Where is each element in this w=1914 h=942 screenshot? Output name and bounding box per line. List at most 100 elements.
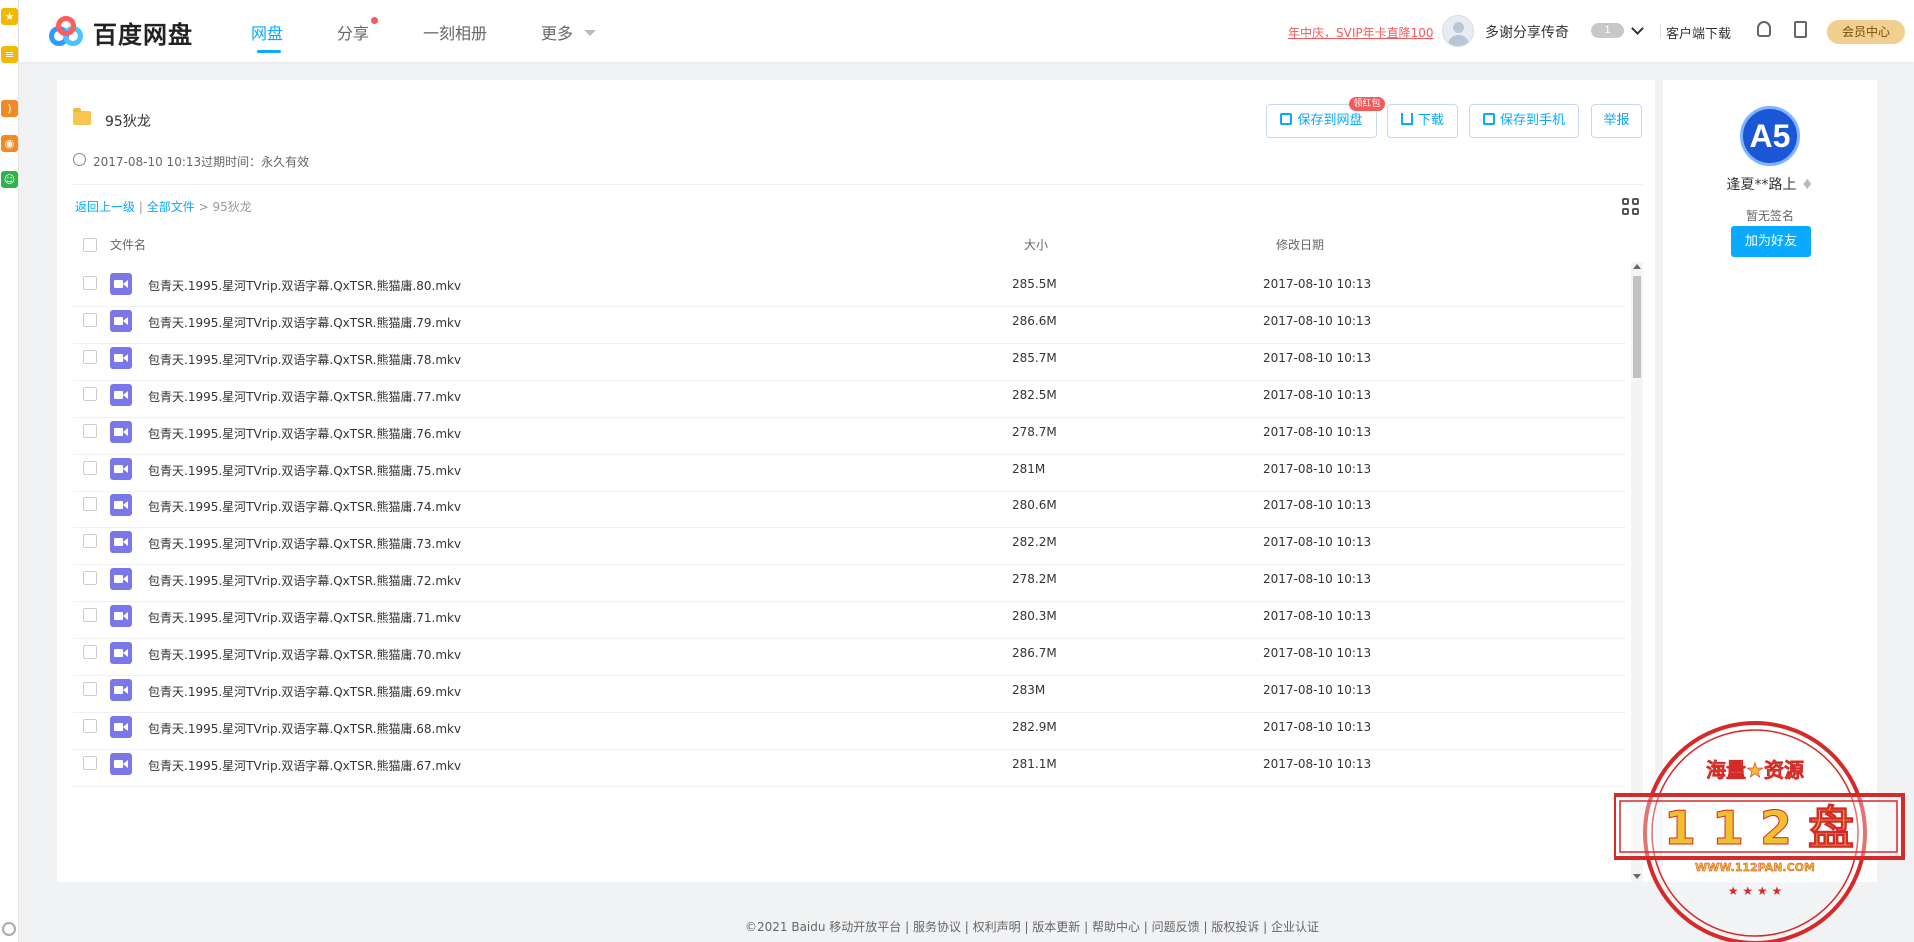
video-file-icon (110, 383, 132, 406)
android-icon[interactable]: ☺ (1, 171, 18, 188)
hongbao-badge[interactable]: 领红包 (1349, 97, 1385, 111)
download-button[interactable]: 下载 (1387, 104, 1458, 138)
file-size: 278.2M (1012, 572, 1057, 587)
file-name[interactable]: 包青天.1995.星河TVrip.双语字幕.QxTSR.熊猫庸.67.mkv (148, 757, 461, 774)
nav-album[interactable]: 一刻相册 (423, 20, 487, 44)
nav-active-indicator (257, 50, 281, 53)
file-name[interactable]: 包青天.1995.星河TVrip.双语字幕.QxTSR.熊猫庸.69.mkv (148, 683, 461, 700)
file-size: 286.6M (1012, 313, 1057, 328)
row-checkbox[interactable] (83, 608, 97, 623)
file-size: 280.6M (1012, 498, 1057, 513)
video-file-icon (110, 568, 132, 591)
promo-link[interactable]: 年中庆，SVIP年卡直降100 (1288, 24, 1434, 41)
nav-netdisk[interactable]: 网盘 (251, 20, 283, 44)
user-menu-chevron-icon[interactable] (1631, 22, 1644, 35)
clipboard-icon[interactable] (1794, 21, 1807, 38)
file-date: 2017-08-10 10:13 (1263, 719, 1372, 734)
file-size: 285.5M (1012, 277, 1057, 291)
video-file-icon (110, 715, 132, 738)
weibo-icon[interactable]: ◉ (1, 135, 18, 152)
table-row[interactable]: 包青天.1995.星河TVrip.双语字幕.QxTSR.熊猫庸.67.mkv 28… (73, 742, 1626, 787)
video-file-icon (110, 642, 132, 664)
column-header-size[interactable]: 大小 (1024, 236, 1048, 253)
row-checkbox[interactable] (83, 645, 97, 659)
file-date: 2017-08-10 10:13 (1263, 498, 1372, 513)
bell-icon[interactable] (1757, 21, 1771, 37)
video-file-icon (110, 420, 132, 443)
scrollbar-thumb[interactable] (1633, 276, 1641, 378)
column-header-name[interactable]: 文件名 (110, 236, 146, 253)
share-title: 95狄龙 (105, 114, 151, 130)
breadcrumb-back-link[interactable]: 返回上一级 (75, 200, 135, 214)
breadcrumb-all-files-link[interactable]: 全部文件 (147, 200, 195, 214)
video-file-icon (110, 605, 132, 628)
file-date: 2017-08-10 10:13 (1263, 461, 1372, 476)
share-meta: 2017-08-10 10:13过期时间：永久有效 (93, 155, 310, 169)
file-name[interactable]: 包青天.1995.星河TVrip.双语字幕.QxTSR.熊猫庸.71.mkv (148, 609, 461, 626)
logo-text: 百度网盘 (93, 20, 193, 49)
video-file-icon (110, 752, 132, 775)
nav-more[interactable]: 更多 (541, 20, 573, 44)
file-name[interactable]: 包青天.1995.星河TVrip.双语字幕.QxTSR.熊猫庸.72.mkv (148, 572, 461, 589)
chevron-down-icon[interactable] (584, 30, 596, 36)
video-file-icon (110, 531, 132, 554)
row-checkbox[interactable] (83, 349, 97, 364)
file-name[interactable]: 包青天.1995.星河TVrip.双语字幕.QxTSR.熊猫庸.68.mkv (148, 720, 461, 737)
star-icon[interactable]: ★ (1, 8, 18, 25)
username[interactable]: 多谢分享传奇 (1485, 22, 1569, 42)
member-center-button[interactable]: 会员中心 (1827, 20, 1905, 44)
file-size: 286.7M (1012, 646, 1057, 660)
file-name[interactable]: 包青天.1995.星河TVrip.双语字幕.QxTSR.熊猫庸.79.mkv (148, 314, 461, 331)
file-name[interactable]: 包青天.1995.星河TVrip.双语字幕.QxTSR.熊猫庸.77.mkv (148, 388, 461, 405)
row-checkbox[interactable] (83, 497, 97, 512)
nav-share[interactable]: 分享 (337, 20, 369, 44)
baidu-pan-logo[interactable]: 百度网盘 (47, 16, 193, 49)
top-bar: 百度网盘 网盘 分享 一刻相册 更多 年中庆，SVIP年卡直降100 多谢分享传… (19, 0, 1914, 62)
video-file-icon (110, 457, 132, 480)
add-friend-button[interactable]: 加为好友 (1731, 226, 1811, 257)
row-checkbox[interactable] (83, 571, 97, 586)
row-checkbox[interactable] (83, 386, 97, 401)
folder-icon (73, 108, 91, 125)
file-name[interactable]: 包青天.1995.星河TVrip.双语字幕.QxTSR.熊猫庸.74.mkv (148, 498, 461, 515)
file-name[interactable]: 包青天.1995.星河TVrip.双语字幕.QxTSR.熊猫庸.73.mkv (148, 535, 461, 552)
stamp-graphic: 海量★资源 1 1 2 盘 WWW.112PAN.COM ★ ★ ★ ★ (1614, 721, 1905, 942)
grid-view-icon[interactable] (1622, 198, 1640, 216)
stamp-url-text: WWW.112PAN.COM (1695, 861, 1815, 874)
user-avatar[interactable] (1442, 15, 1474, 47)
file-size: 281M (1012, 461, 1046, 476)
stamp-main-text: 1 1 2 盘 (1664, 801, 1854, 855)
client-download-link[interactable]: 客户端下载 (1666, 23, 1731, 42)
select-all-checkbox[interactable] (83, 238, 97, 252)
file-name[interactable]: 包青天.1995.星河TVrip.双语字幕.QxTSR.熊猫庸.80.mkv (148, 277, 461, 294)
row-checkbox[interactable] (83, 312, 97, 327)
note-icon[interactable]: ≡ (1, 46, 18, 63)
row-checkbox[interactable] (83, 681, 97, 696)
file-name[interactable]: 包青天.1995.星河TVrip.双语字幕.QxTSR.熊猫庸.78.mkv (148, 351, 461, 368)
stamp-top-text: 海量★资源 (1706, 758, 1804, 782)
file-name[interactable]: 包青天.1995.星河TVrip.双语字幕.QxTSR.熊猫庸.76.mkv (148, 425, 461, 442)
rss-icon[interactable]: ) (1, 100, 18, 117)
row-checkbox[interactable] (83, 755, 97, 770)
file-size: 281.1M (1012, 756, 1057, 771)
row-checkbox[interactable] (83, 460, 97, 475)
save-icon (1280, 113, 1293, 125)
row-checkbox[interactable] (83, 718, 97, 733)
notification-dot (371, 17, 378, 24)
sharer-signature: 暂无签名 (1745, 209, 1794, 223)
row-checkbox[interactable] (83, 276, 97, 290)
video-file-icon (110, 273, 132, 295)
watermark-stamp: 海量★资源 1 1 2 盘 WWW.112PAN.COM ★ ★ ★ ★ (1614, 713, 1914, 942)
row-checkbox[interactable] (83, 534, 97, 549)
file-size: 278.7M (1012, 424, 1057, 439)
save-to-phone-button[interactable]: 保存到手机 (1469, 104, 1579, 138)
report-button[interactable]: 举报 (1591, 104, 1642, 138)
row-checkbox[interactable] (83, 423, 97, 438)
column-header-date[interactable]: 修改日期 (1276, 236, 1324, 253)
file-date: 2017-08-10 10:13 (1263, 609, 1372, 624)
sharer-avatar[interactable]: A5 (1740, 106, 1800, 166)
file-name[interactable]: 包青天.1995.星河TVrip.双语字幕.QxTSR.熊猫庸.75.mkv (148, 462, 461, 479)
file-date: 2017-08-10 10:13 (1263, 350, 1372, 365)
scroll-up-arrow-icon[interactable] (1633, 264, 1641, 269)
file-name[interactable]: 包青天.1995.星河TVrip.双语字幕.QxTSR.熊猫庸.70.mkv (148, 646, 461, 663)
